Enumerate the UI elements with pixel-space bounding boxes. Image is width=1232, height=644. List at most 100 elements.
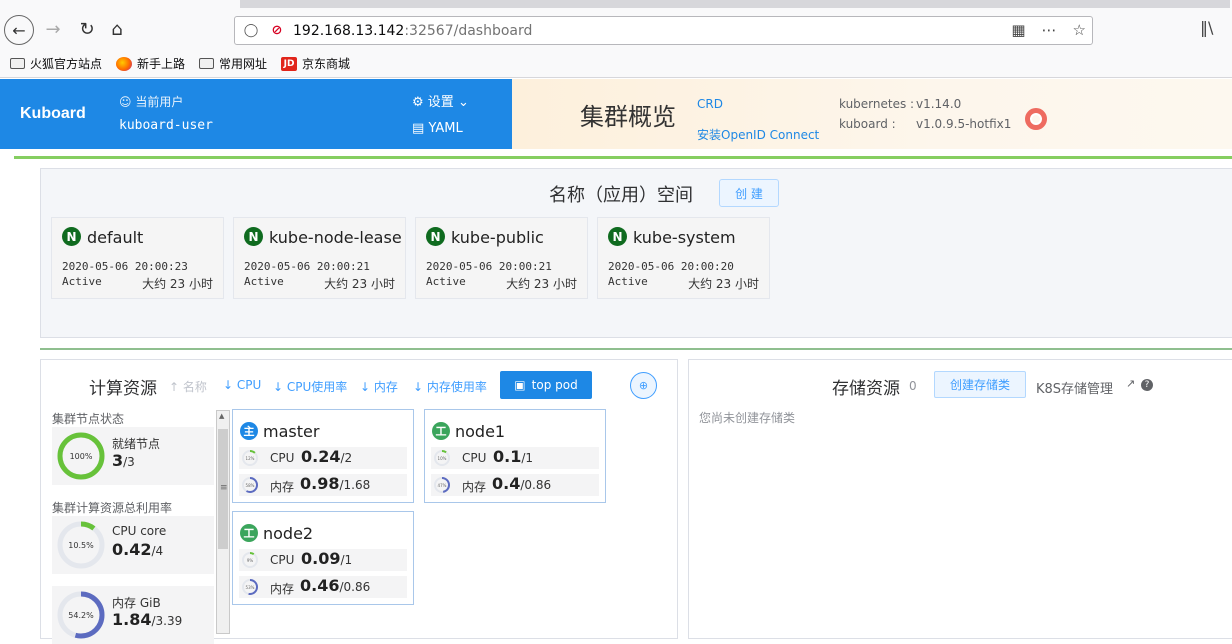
summary-card: 100% 就绪节点 3/3 [52, 427, 214, 485]
cpu-value: 0.1/1 [493, 447, 534, 466]
bookmark-item[interactable]: JD 京东商城 [281, 55, 350, 72]
current-user-label: ☺ 当前用户 [119, 95, 184, 109]
storage-title: 存储资源 [832, 379, 900, 399]
namespace-name: kube-public [451, 228, 544, 247]
namespace-badge: N [608, 227, 627, 246]
node-cpu-row: 9% CPU 0.09/1 [239, 549, 407, 571]
bookmark-label: 常用网址 [219, 57, 268, 71]
summary-card: 10.5% CPU core 0.42/4 [52, 516, 214, 574]
divider [40, 348, 1232, 350]
storage-count: 0 [909, 379, 917, 393]
zoom-icon: ⊕ [638, 379, 649, 392]
node-card-master[interactable]: 主 master 12% CPU 0.24/2 58% 内存 0.98/1.68 [232, 409, 414, 503]
create-namespace-button[interactable]: 创 建 [719, 179, 779, 207]
home-icon[interactable]: ⌂ [102, 14, 132, 44]
create-storage-class-button[interactable]: 创建存储类 [934, 371, 1026, 398]
forward-arrow-icon[interactable]: → [38, 14, 68, 44]
namespace-panel: 名称（应用）空间 创 建 N default 2020-05-06 20:00:… [40, 168, 1232, 338]
settings-menu[interactable]: ⚙ 设置 ⌄ [412, 91, 469, 110]
namespace-age: 大约 23 小时 [506, 277, 577, 291]
cpu-value: 0.24/2 [301, 447, 353, 466]
lifebuoy-icon[interactable] [1025, 108, 1047, 130]
reload-icon[interactable]: ↻ [72, 14, 102, 44]
folder-icon [10, 58, 25, 69]
namespace-status: Active [62, 275, 102, 288]
summary-value: 0.42/4 [112, 540, 164, 559]
node-badge: 工 [432, 422, 450, 440]
header-right: 集群概览 CRD 安装OpenID Connect kubernetes : v… [512, 79, 1232, 149]
kuboard-version: v1.0.9.5-hotfix1 [916, 117, 1012, 131]
node-mem-row: 47% 内存 0.4/0.86 [431, 474, 599, 496]
library-icon[interactable]: ‖\ [1200, 18, 1213, 37]
external-link-icon[interactable]: ↗ [1126, 377, 1135, 390]
namespace-card[interactable]: N default 2020-05-06 20:00:23 Active 大约 … [51, 217, 224, 299]
brand-logo[interactable]: Kuboard [20, 105, 86, 123]
mem-value: 0.46/0.86 [300, 576, 371, 595]
sort-by-memory-usage[interactable]: ↓ 内存使用率 [413, 378, 487, 395]
bookmark-item[interactable]: 火狐官方站点 [10, 55, 102, 72]
namespace-status: Active [244, 275, 284, 288]
address-bar[interactable]: ◯ ⊘ 192.168.13.142 :32567/dashboard ▦ ⋯ … [234, 16, 1093, 45]
node-card-node1[interactable]: 工 node1 10% CPU 0.1/1 47% 内存 0.4/0.86 [424, 409, 606, 503]
summary-card: 54.2% 内存 GiB 1.84/3.39 [52, 586, 214, 644]
cpu-label: CPU [270, 451, 295, 465]
cpu-ring-label: 10% [437, 455, 447, 461]
mem-ring-label: 47% [437, 482, 447, 488]
node-name: node1 [455, 422, 506, 441]
namespace-card[interactable]: N kube-node-lease 2020-05-06 20:00:21 Ac… [233, 217, 406, 299]
namespace-title: 名称（应用）空间 [549, 185, 693, 206]
top-pod-button[interactable]: ▣ top pod [500, 371, 592, 399]
sort-by-memory[interactable]: ↓ 内存 [360, 378, 398, 395]
sort-by-name[interactable]: ↑ 名称 [169, 378, 207, 395]
node-status-heading: 集群节点状态 [52, 412, 125, 426]
yaml-link[interactable]: ▤ YAML [412, 121, 463, 136]
mem-value: 0.4/0.86 [492, 474, 552, 493]
scroll-up-icon[interactable]: ▲ [219, 412, 224, 420]
firefox-icon [116, 56, 133, 71]
node-badge: 主 [240, 422, 258, 440]
progress-percent: 100% [69, 451, 93, 461]
bookmark-label: 火狐官方站点 [30, 57, 103, 71]
page-title: 集群概览 [580, 103, 676, 131]
user-icon: ☺ [119, 95, 132, 109]
sort-by-cpu[interactable]: ↓ CPU [223, 378, 261, 392]
bookmark-item[interactable]: 新手上路 [116, 55, 185, 72]
bookmark-item[interactable]: 常用网址 [199, 55, 267, 72]
cpu-label: CPU [270, 553, 295, 567]
namespace-card[interactable]: N kube-system 2020-05-06 20:00:20 Active… [597, 217, 770, 299]
qr-code-icon[interactable]: ▦ [1011, 21, 1025, 39]
node-badge: 工 [240, 524, 258, 542]
namespace-card[interactable]: N kube-public 2020-05-06 20:00:21 Active… [415, 217, 588, 299]
namespace-age: 大约 23 小时 [142, 277, 213, 291]
bookmark-label: 京东商城 [302, 57, 351, 71]
page-actions-icon[interactable]: ⋯ [1042, 21, 1057, 39]
progress-percent: 54.2% [68, 610, 94, 620]
document-icon: ▤ [412, 121, 425, 136]
node-cpu-row: 10% CPU 0.1/1 [431, 447, 599, 469]
browser-toolbar: ← → ↻ ⌂ ◯ ⊘ 192.168.13.142 :32567/dashbo… [0, 0, 1232, 50]
namespace-name: default [87, 228, 144, 247]
node-card-node2[interactable]: 工 node2 9% CPU 0.09/1 53% 内存 0.46/0.86 [232, 511, 414, 605]
zoom-in-button[interactable]: ⊕ [630, 372, 657, 399]
tracking-shield-icon[interactable]: ◯ [243, 23, 259, 38]
namespace-status: Active [608, 275, 648, 288]
tab-strip [240, 0, 1230, 8]
app-header: Kuboard ☺ 当前用户 kuboard-user ⚙ 设置 ⌄ ▤ YAM… [0, 79, 1232, 149]
jd-icon: JD [281, 56, 298, 71]
cpu-ring-label: 9% [246, 557, 254, 563]
crd-link[interactable]: CRD [697, 97, 723, 111]
sort-by-cpu-usage[interactable]: ↓ CPU使用率 [273, 378, 347, 395]
kubernetes-version-label: kubernetes : [839, 97, 915, 111]
openid-link[interactable]: 安装OpenID Connect [697, 126, 819, 143]
bookmark-star-icon[interactable]: ☆ [1073, 21, 1086, 39]
summary-scrollbar[interactable]: ▲ ≡ [216, 410, 230, 634]
mem-ring-label: 53% [245, 584, 255, 590]
cpu-ring-label: 12% [245, 455, 255, 461]
insecure-lock-icon[interactable]: ⊘ [269, 23, 285, 38]
help-icon[interactable]: ? [1141, 379, 1153, 391]
back-arrow-icon[interactable]: ← [4, 15, 34, 45]
summary-label: 内存 GiB [112, 596, 161, 610]
current-user-name: kuboard-user [119, 118, 213, 133]
storage-management-link[interactable]: K8S存储管理 [1036, 378, 1113, 397]
node-mem-row: 58% 内存 0.98/1.68 [239, 474, 407, 496]
